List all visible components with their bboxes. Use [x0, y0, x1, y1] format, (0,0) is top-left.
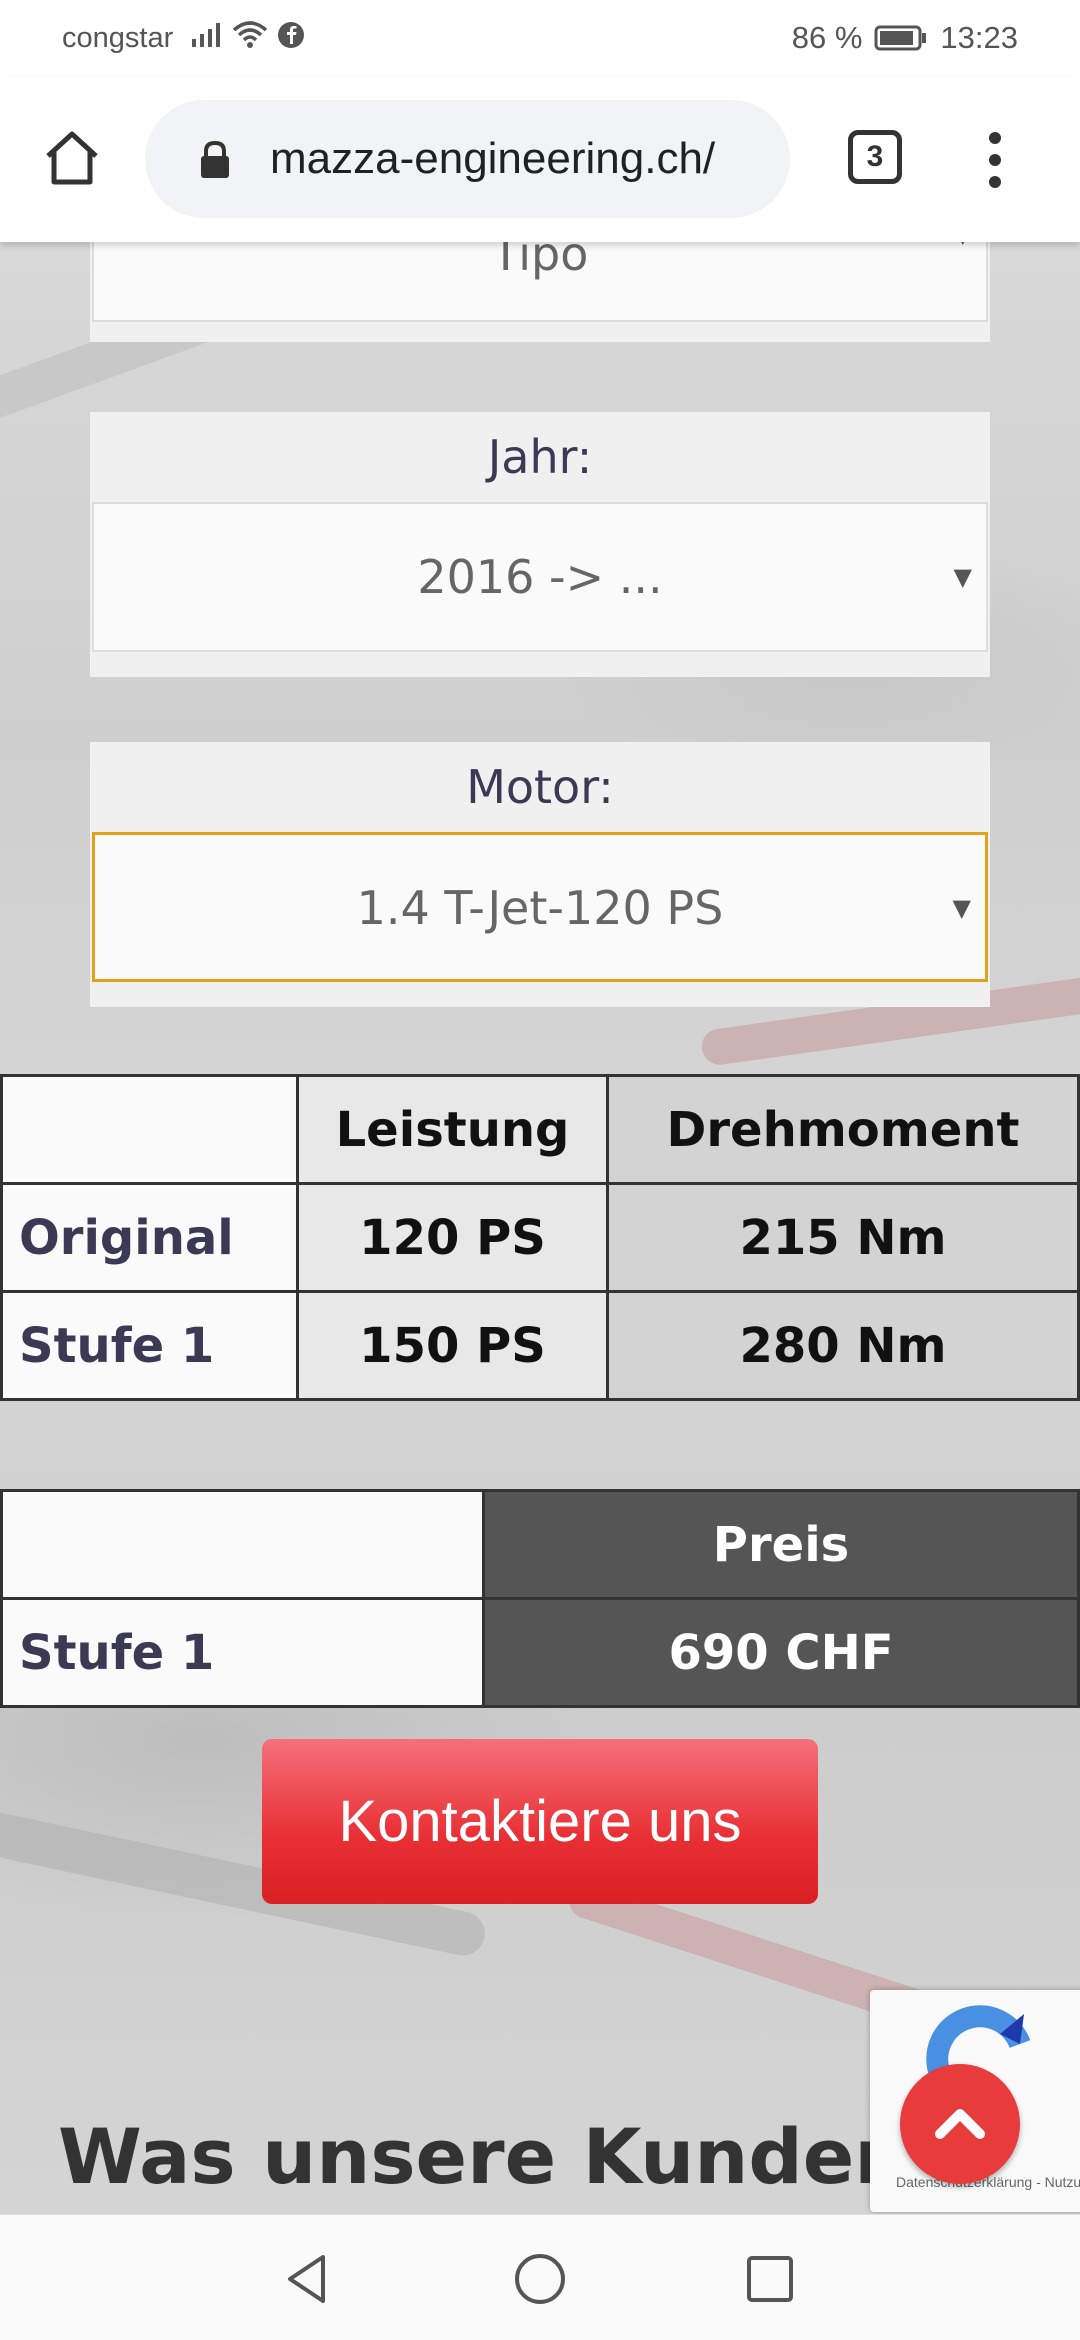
chevron-down-icon: ▼	[954, 242, 972, 254]
row-label: Stufe 1	[0, 1290, 299, 1401]
row-label: Stufe 1	[0, 1597, 485, 1708]
back-icon[interactable]	[278, 2249, 338, 2309]
carrier-name: congstar	[62, 22, 174, 54]
page-content: Tipo ▼ Jahr: 2016 -> ... ▼ Motor: 1.4 T-…	[0, 242, 1080, 2214]
battery-percentage: 86 %	[791, 20, 863, 55]
row-label: Original	[0, 1182, 299, 1293]
lock-icon	[201, 140, 229, 178]
model-select-value: Tipo	[491, 242, 589, 281]
home-icon[interactable]	[40, 126, 104, 190]
status-bar: congstar 86 % 13:23	[0, 0, 1080, 76]
price-header: Preis	[482, 1489, 1080, 1600]
year-label: Jahr:	[487, 430, 593, 484]
engine-select-value: 1.4 T-Jet-120 PS	[356, 881, 724, 935]
model-field: Tipo ▼	[90, 242, 990, 342]
wifi-icon	[232, 21, 268, 48]
table-row: Stufe 1 690 CHF	[0, 1597, 1080, 1708]
table-header-cell	[0, 1489, 485, 1600]
torque-value: 215 Nm	[606, 1182, 1080, 1293]
table-row: Original 120 PS 215 Nm	[0, 1182, 1080, 1293]
price-table: Preis Stufe 1 690 CHF	[0, 1489, 1080, 1708]
facebook-icon	[278, 22, 304, 48]
tabs-icon[interactable]: 3	[848, 130, 902, 184]
power-value: 120 PS	[296, 1182, 609, 1293]
home-nav-icon[interactable]	[510, 2249, 570, 2309]
engine-label: Motor:	[466, 760, 614, 814]
torque-value: 280 Nm	[606, 1290, 1080, 1401]
chevron-down-icon: ▼	[953, 563, 972, 591]
year-select[interactable]: 2016 -> ... ▼	[92, 502, 988, 652]
year-field: Jahr: 2016 -> ... ▼	[90, 412, 990, 677]
performance-table: Leistung Drehmoment Original 120 PS 215 …	[0, 1074, 1080, 1401]
table-header-cell: Drehmoment	[606, 1074, 1080, 1185]
contact-button[interactable]: Kontaktiere uns	[262, 1739, 818, 1904]
scroll-top-icon	[935, 2109, 985, 2139]
engine-field: Motor: 1.4 T-Jet-120 PS ▼	[90, 742, 990, 1007]
table-header-cell	[0, 1074, 299, 1185]
overflow-menu-icon[interactable]	[980, 128, 1010, 192]
scroll-top-button[interactable]	[900, 2064, 1020, 2184]
recents-icon[interactable]	[740, 2249, 800, 2309]
url-bar[interactable]: mazza-engineering.ch/	[145, 100, 790, 218]
power-value: 150 PS	[296, 1290, 609, 1401]
table-header-row: Preis	[0, 1489, 1080, 1600]
price-value: 690 CHF	[482, 1597, 1080, 1708]
chevron-down-icon: ▼	[952, 894, 971, 922]
browser-toolbar: mazza-engineering.ch/ 3	[0, 76, 1080, 242]
battery-icon	[874, 25, 927, 51]
model-select[interactable]: Tipo ▼	[92, 242, 988, 322]
signal-icon	[192, 23, 220, 47]
engine-select[interactable]: 1.4 T-Jet-120 PS ▼	[92, 832, 988, 982]
table-header-row: Leistung Drehmoment	[0, 1074, 1080, 1185]
year-select-value: 2016 -> ...	[417, 550, 663, 604]
table-header-cell: Leistung	[296, 1074, 609, 1185]
url-text: mazza-engineering.ch/	[270, 134, 716, 183]
table-row: Stufe 1 150 PS 280 Nm	[0, 1290, 1080, 1401]
system-navigation-bar	[0, 2214, 1080, 2340]
clock: 13:23	[940, 20, 1018, 55]
